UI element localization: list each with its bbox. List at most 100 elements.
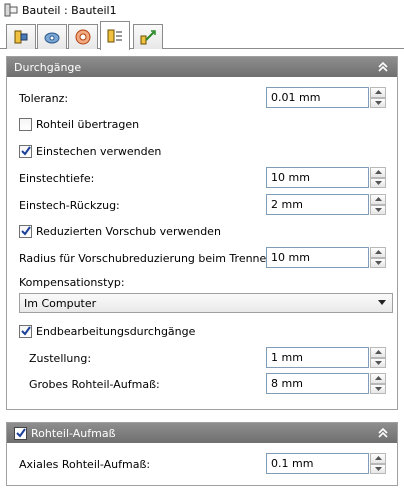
reduced-feed-label: Reduzierten Vorschub verwenden xyxy=(36,224,221,238)
reduced-feed-radius-stepper[interactable]: 10 mm xyxy=(266,247,386,268)
stepover-field[interactable]: 1 mm xyxy=(266,347,370,368)
tolerance-stepper[interactable]: 0.01 mm xyxy=(266,87,386,108)
chevron-down-icon xyxy=(374,466,382,471)
chevron-up-icon xyxy=(374,250,382,255)
collapse-icon[interactable] xyxy=(377,426,389,440)
spin-down-button[interactable] xyxy=(370,357,386,368)
axial-stock-row: Axiales Rohteil-Aufmaß: 0.1 mm xyxy=(19,453,386,475)
compensation-value: Im Computer xyxy=(24,296,97,310)
chevron-down-icon xyxy=(374,180,382,185)
plunge-retract-row: Einstech-Rückzug: 2 mm xyxy=(19,194,386,216)
chevron-up-icon xyxy=(374,350,382,355)
axial-stock-label: Axiales Rohteil-Aufmaß: xyxy=(19,457,151,471)
feed-speed-icon xyxy=(75,29,91,45)
passes-panel-header[interactable]: Durchgänge xyxy=(7,57,397,77)
reduced-feed-row[interactable]: Reduzierten Vorschub verwenden xyxy=(19,220,385,242)
tab-passes[interactable] xyxy=(100,21,130,50)
plunge-retract-stepper[interactable]: 2 mm xyxy=(266,194,386,215)
spin-up-button[interactable] xyxy=(370,194,386,205)
reduced-feed-radius-row: Radius für Vorschubreduzierung beim Tren… xyxy=(19,247,386,269)
reduced-feed-checkbox[interactable] xyxy=(19,224,32,238)
rough-stock-row: Grobes Rohteil-Aufmaß: 8 mm xyxy=(19,373,386,395)
reduced-feed-radius-label: Radius für Vorschubreduzierung beim Tren… xyxy=(19,251,277,265)
spin-up-button[interactable] xyxy=(370,167,386,178)
tab-feed-speed[interactable] xyxy=(68,24,98,49)
checkmark-icon xyxy=(15,428,26,438)
spin-up-button[interactable] xyxy=(370,87,386,98)
transfer-stock-row[interactable]: Rohteil übertragen xyxy=(19,113,385,135)
stepover-stepper[interactable]: 1 mm xyxy=(266,347,386,368)
chevron-down-icon xyxy=(374,207,382,212)
chevron-up-icon xyxy=(374,170,382,175)
finishing-passes-row[interactable]: Endbearbeitungsdurchgänge xyxy=(19,320,385,342)
spin-down-button[interactable] xyxy=(370,383,386,394)
compensation-label-row: Kompensationstyp: xyxy=(19,271,385,293)
stepover-label: Zustellung: xyxy=(29,351,92,365)
compensation-label: Kompensationstyp: xyxy=(19,275,125,289)
tool-icon xyxy=(14,30,28,44)
spin-down-button[interactable] xyxy=(370,177,386,188)
spin-down-button[interactable] xyxy=(370,204,386,215)
passes-icon xyxy=(107,29,122,43)
spin-up-button[interactable] xyxy=(370,247,386,258)
chevron-up-icon xyxy=(374,376,382,381)
compensation-dropdown[interactable]: Im Computer xyxy=(19,293,393,313)
plunge-retract-label: Einstech-Rückzug: xyxy=(19,198,120,212)
plunge-depth-label: Einstechtiefe: xyxy=(19,171,95,185)
tool-holder-icon xyxy=(44,32,60,44)
finishing-passes-label: Endbearbeitungsdurchgänge xyxy=(36,324,196,338)
checkmark-icon xyxy=(20,226,31,236)
tab-bar xyxy=(0,20,404,50)
chevron-up-icon xyxy=(374,197,382,202)
tolerance-field[interactable]: 0.01 mm xyxy=(266,87,370,108)
chevron-down-icon xyxy=(374,360,382,365)
rough-stock-field[interactable]: 8 mm xyxy=(266,373,370,394)
checkmark-icon xyxy=(20,326,31,336)
stepover-row: Zustellung: 1 mm xyxy=(19,347,386,369)
passes-panel-title: Durchgänge xyxy=(14,60,82,74)
use-plunge-label: Einstechen verwenden xyxy=(36,144,162,158)
axial-stock-field[interactable]: 0.1 mm xyxy=(266,453,370,474)
spin-up-button[interactable] xyxy=(370,453,386,464)
tolerance-row: Toleranz: 0.01 mm xyxy=(19,87,386,109)
plunge-depth-stepper[interactable]: 10 mm xyxy=(266,167,386,188)
part-icon xyxy=(4,3,18,17)
chevron-up-icon xyxy=(374,90,382,95)
passes-panel: Durchgänge Toleranz: 0.01 mm Rohteil übe… xyxy=(6,56,398,410)
stock-panel: Rohteil-Aufmaß Axiales Rohteil-Aufmaß: 0… xyxy=(6,422,398,486)
tolerance-label: Toleranz: xyxy=(19,91,69,105)
checkmark-icon xyxy=(20,146,31,156)
stock-panel-checkbox[interactable] xyxy=(14,426,27,440)
rough-stock-label: Grobes Rohteil-Aufmaß: xyxy=(29,377,160,391)
finishing-passes-checkbox[interactable] xyxy=(19,324,32,338)
collapse-icon[interactable] xyxy=(377,60,389,74)
spin-down-button[interactable] xyxy=(370,463,386,474)
window-title: Bauteil : Bauteil1 xyxy=(22,3,117,17)
spin-down-button[interactable] xyxy=(370,97,386,108)
tab-tool-holder[interactable] xyxy=(37,24,67,49)
plunge-depth-row: Einstechtiefe: 10 mm xyxy=(19,167,386,189)
stock-panel-title: Rohteil-Aufmaß xyxy=(31,426,116,440)
axial-stock-stepper[interactable]: 0.1 mm xyxy=(266,453,386,474)
spin-down-button[interactable] xyxy=(370,257,386,268)
plunge-depth-field[interactable]: 10 mm xyxy=(266,167,370,188)
chevron-down-icon xyxy=(374,100,382,105)
rough-stock-stepper[interactable]: 8 mm xyxy=(266,373,386,394)
tab-tool[interactable] xyxy=(6,24,36,49)
window-titlebar: Bauteil : Bauteil1 xyxy=(0,0,404,20)
tab-linking[interactable] xyxy=(133,24,163,49)
reduced-feed-radius-field[interactable]: 10 mm xyxy=(266,247,370,268)
stock-panel-header[interactable]: Rohteil-Aufmaß xyxy=(7,423,397,443)
spin-up-button[interactable] xyxy=(370,373,386,384)
use-plunge-row[interactable]: Einstechen verwenden xyxy=(19,140,385,162)
spin-up-button[interactable] xyxy=(370,347,386,358)
plunge-retract-field[interactable]: 2 mm xyxy=(266,194,370,215)
chevron-up-icon xyxy=(374,456,382,461)
chevron-down-icon xyxy=(374,386,382,391)
transfer-stock-checkbox[interactable] xyxy=(19,117,32,131)
chevron-down-icon xyxy=(378,300,386,305)
transfer-stock-label: Rohteil übertragen xyxy=(36,117,140,131)
linking-icon xyxy=(140,30,156,45)
chevron-down-icon xyxy=(374,260,382,265)
use-plunge-checkbox[interactable] xyxy=(19,144,32,158)
